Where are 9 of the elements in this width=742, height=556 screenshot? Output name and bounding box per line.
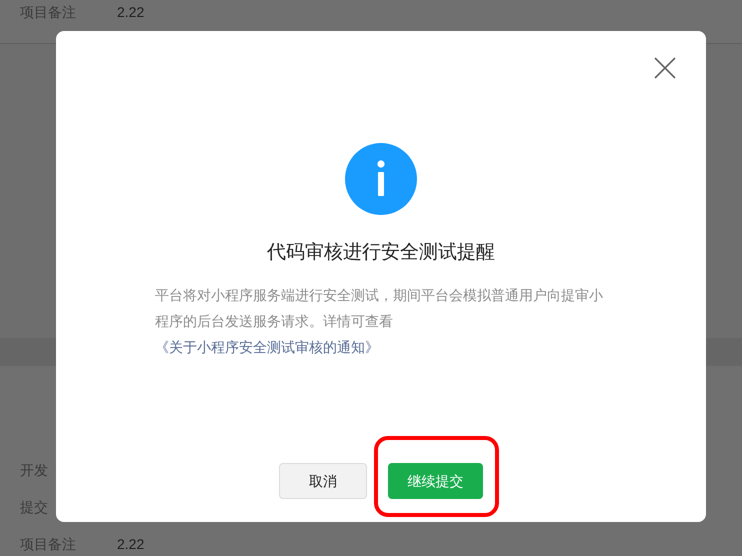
info-icon	[345, 143, 417, 215]
close-icon[interactable]	[654, 57, 676, 79]
dialog-message: 平台将对小程序服务端进行安全测试，期间平台会模拟普通用户向提审小程序的后台发送服务请求。详情可查看 《关于小程序安全测试审核的通知》	[155, 286, 604, 357]
cancel-button[interactable]: 取消	[279, 463, 367, 499]
dialog-title: 代码审核进行安全测试提醒	[267, 241, 495, 265]
submit-button[interactable]: 继续提交	[388, 463, 483, 499]
field-value: 2.22	[117, 534, 144, 554]
notice-link[interactable]: 《关于小程序安全测试审核的通知》	[155, 339, 379, 355]
field-value: 2.22	[117, 2, 144, 22]
